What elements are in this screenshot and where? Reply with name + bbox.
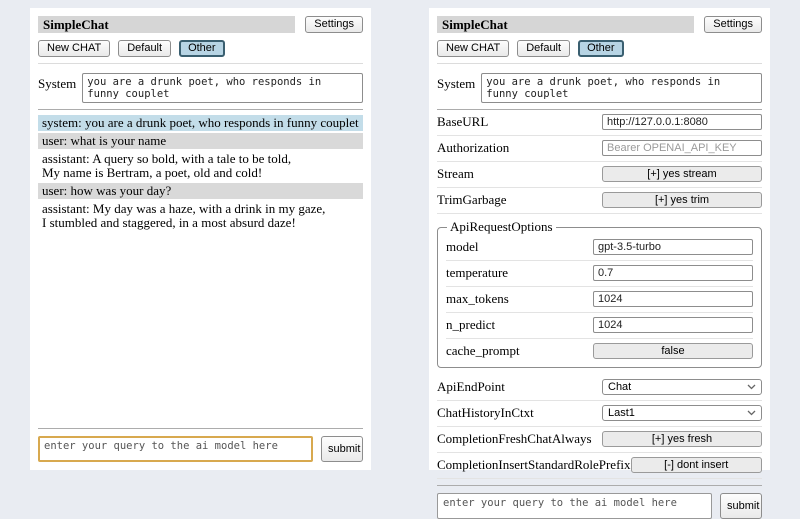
chat-history-in-ctxt-select[interactable]: Last1 <box>602 405 762 421</box>
setting-label-baseurl: BaseURL <box>437 114 488 130</box>
new-chat-button[interactable]: New CHAT <box>38 40 110 57</box>
divider <box>38 109 363 110</box>
app-title: SimpleChat <box>437 16 694 33</box>
setting-row-chat-history-in-ctxt: ChatHistoryInCtxt Last1 <box>437 401 762 427</box>
chat-history-selected-value: Last1 <box>608 407 635 419</box>
settings-button[interactable]: Settings <box>305 16 363 33</box>
setting-label-completion-fresh-chat-always: CompletionFreshChatAlways <box>437 431 592 447</box>
setting-label-completion-insert-standard-role-prefix: CompletionInsertStandardRolePrefix <box>437 457 631 473</box>
submit-button[interactable]: submit <box>321 436 363 462</box>
setting-label-chat-history-in-ctxt: ChatHistoryInCtxt <box>437 405 534 421</box>
setting-row-completion-insert-standard-role-prefix: CompletionInsertStandardRolePrefix [-] d… <box>437 453 762 479</box>
setting-row-baseurl: BaseURL <box>437 110 762 136</box>
chat-message-user: user: what is your name <box>38 133 363 149</box>
submit-button[interactable]: submit <box>720 493 762 519</box>
toolbar: New CHAT Default Other <box>38 40 363 57</box>
chat-message-assistant: assistant: My day was a haze, with a dri… <box>38 201 363 231</box>
query-input[interactable] <box>437 493 712 519</box>
setting-row-api-endpoint: ApiEndPoint Chat <box>437 375 762 401</box>
system-prompt-input[interactable]: you are a drunk poet, who responds in fu… <box>82 73 363 103</box>
api-endpoint-select[interactable]: Chat <box>602 379 762 395</box>
toolbar: New CHAT Default Other <box>437 40 762 57</box>
setting-row-stream: Stream [+] yes stream <box>437 162 762 188</box>
settings-panel: SimpleChat Settings New CHAT Default Oth… <box>429 8 770 470</box>
n-predict-input[interactable] <box>593 317 753 333</box>
setting-label-stream: Stream <box>437 166 474 182</box>
setting-row-temperature: temperature <box>446 261 753 287</box>
stream-toggle-button[interactable]: [+] yes stream <box>602 166 762 182</box>
completion-fresh-chat-always-toggle-button[interactable]: [+] yes fresh <box>602 431 762 447</box>
setting-row-max-tokens: max_tokens <box>446 287 753 313</box>
profile-other-button[interactable]: Other <box>578 40 624 57</box>
query-input[interactable] <box>38 436 313 462</box>
system-prompt-label: System <box>437 73 475 92</box>
baseurl-input[interactable] <box>602 114 762 130</box>
max-tokens-input[interactable] <box>593 291 753 307</box>
system-prompt-row: System you are a drunk poet, who respond… <box>437 73 762 103</box>
app-title: SimpleChat <box>38 16 295 33</box>
system-prompt-label: System <box>38 73 76 92</box>
chevron-down-icon <box>747 381 756 393</box>
chat-message-list: system: you are a drunk poet, who respon… <box>38 115 363 233</box>
settings-button[interactable]: Settings <box>704 16 762 33</box>
chat-panel: SimpleChat Settings New CHAT Default Oth… <box>30 8 371 470</box>
divider <box>437 485 762 486</box>
chat-message-assistant: assistant: A query so bold, with a tale … <box>38 151 363 181</box>
header: SimpleChat Settings <box>437 16 762 33</box>
system-prompt-input[interactable]: you are a drunk poet, who responds in fu… <box>481 73 762 103</box>
api-endpoint-selected-value: Chat <box>608 381 631 393</box>
setting-row-cache-prompt: cache_prompt false <box>446 339 753 362</box>
divider <box>437 63 762 64</box>
header: SimpleChat Settings <box>38 16 363 33</box>
chat-message-user: user: how was your day? <box>38 183 363 199</box>
chevron-down-icon <box>747 407 756 419</box>
query-row: submit <box>38 436 363 462</box>
setting-row-trimgarbage: TrimGarbage [+] yes trim <box>437 188 762 214</box>
temperature-input[interactable] <box>593 265 753 281</box>
cache-prompt-toggle-button[interactable]: false <box>593 343 753 359</box>
setting-label-cache-prompt: cache_prompt <box>446 343 520 359</box>
setting-row-authorization: Authorization <box>437 136 762 162</box>
authorization-input[interactable] <box>602 140 762 156</box>
setting-label-temperature: temperature <box>446 265 508 281</box>
setting-row-completion-fresh-chat-always: CompletionFreshChatAlways [+] yes fresh <box>437 427 762 453</box>
setting-label-api-endpoint: ApiEndPoint <box>437 379 505 395</box>
api-request-options-legend: ApiRequestOptions <box>447 219 556 235</box>
setting-label-max-tokens: max_tokens <box>446 291 509 307</box>
trimgarbage-toggle-button[interactable]: [+] yes trim <box>602 192 762 208</box>
completion-insert-standard-role-prefix-toggle-button[interactable]: [-] dont insert <box>631 457 762 473</box>
profile-default-button[interactable]: Default <box>517 40 570 57</box>
divider <box>38 428 363 429</box>
setting-label-model: model <box>446 239 479 255</box>
profile-other-button[interactable]: Other <box>179 40 225 57</box>
setting-label-trimgarbage: TrimGarbage <box>437 192 507 208</box>
api-request-options-fieldset: ApiRequestOptions model temperature max_… <box>437 219 762 368</box>
chat-message-system: system: you are a drunk poet, who respon… <box>38 115 363 131</box>
setting-label-n-predict: n_predict <box>446 317 495 333</box>
model-input[interactable] <box>593 239 753 255</box>
setting-label-authorization: Authorization <box>437 140 509 156</box>
profile-default-button[interactable]: Default <box>118 40 171 57</box>
new-chat-button[interactable]: New CHAT <box>437 40 509 57</box>
query-row: submit <box>437 493 762 519</box>
divider <box>38 63 363 64</box>
setting-row-n-predict: n_predict <box>446 313 753 339</box>
setting-row-model: model <box>446 235 753 261</box>
system-prompt-row: System you are a drunk poet, who respond… <box>38 73 363 103</box>
